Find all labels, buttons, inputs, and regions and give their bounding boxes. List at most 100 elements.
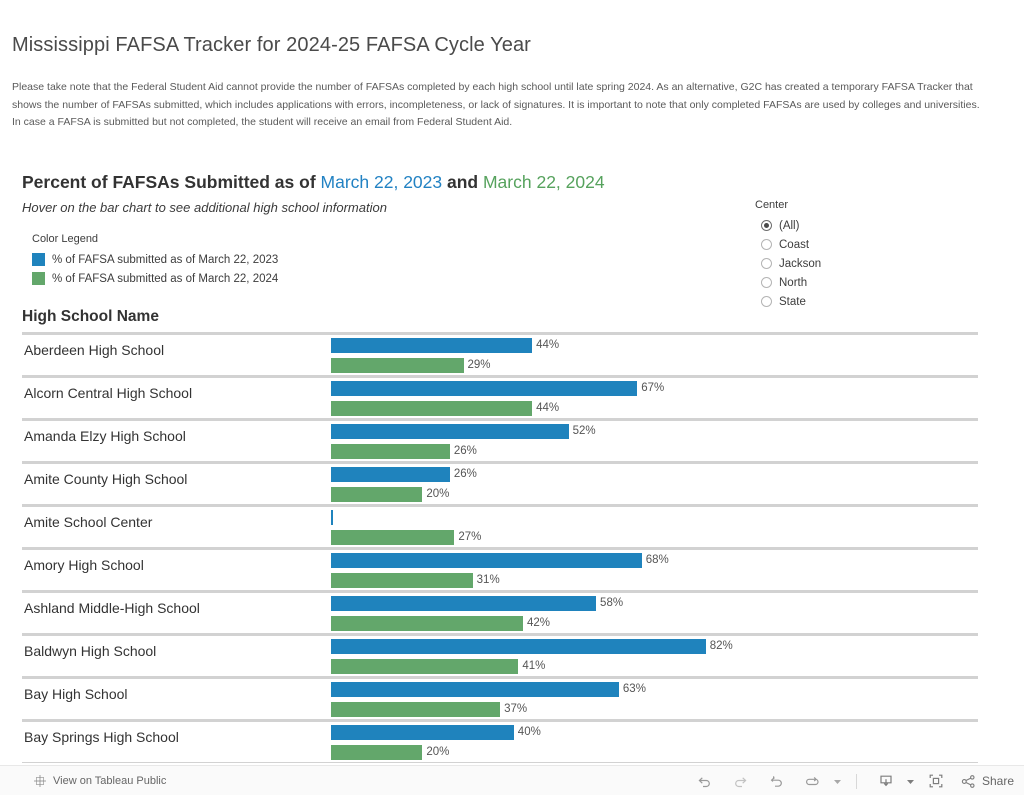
bar-track: 58% bbox=[331, 593, 978, 613]
bar-2024[interactable] bbox=[331, 487, 423, 502]
table-row[interactable]: Bay High School 63% 37% bbox=[22, 679, 978, 719]
bar-value-label: 26% bbox=[453, 468, 477, 480]
bar-value-label: 82% bbox=[709, 640, 733, 652]
color-legend-title: Color Legend bbox=[32, 233, 99, 245]
bar-track: 82% bbox=[331, 636, 978, 656]
radio-label-north: North bbox=[779, 276, 808, 289]
row-bars: 63% 37% bbox=[331, 679, 978, 719]
bar-track: 67% bbox=[331, 378, 978, 398]
bar-2024[interactable] bbox=[331, 530, 455, 545]
bar-2023[interactable] bbox=[331, 381, 638, 396]
bar-2023[interactable] bbox=[331, 596, 597, 611]
legend-item-2024[interactable]: % of FAFSA submitted as of March 22, 202… bbox=[32, 269, 278, 288]
subtitle-date-2024: March 22, 2024 bbox=[482, 172, 605, 192]
bar-track: 42% bbox=[331, 613, 978, 633]
bar-2024[interactable] bbox=[331, 616, 523, 631]
subtitle-conjunction: and bbox=[442, 172, 483, 192]
legend-item-2023[interactable]: % of FAFSA submitted as of March 22, 202… bbox=[32, 250, 278, 269]
share-button[interactable]: Share bbox=[960, 766, 1014, 796]
download-dropdown-caret[interactable] bbox=[904, 766, 918, 796]
bar-track: 44% bbox=[331, 335, 978, 355]
radio-icon bbox=[761, 220, 772, 231]
legend-swatch-green bbox=[32, 272, 45, 285]
chart-subtitle: Percent of FAFSAs Submitted as of March … bbox=[22, 172, 605, 193]
row-bars: 68% 31% bbox=[331, 550, 978, 590]
bar-value-label: 44% bbox=[536, 402, 560, 414]
bar-track: 26% bbox=[331, 464, 978, 484]
table-row[interactable]: Amite School Center 27% bbox=[22, 507, 978, 547]
bar-value-label: 20% bbox=[426, 746, 450, 758]
bar-value-label: 20% bbox=[426, 488, 450, 500]
color-legend: Color Legend % of FAFSA submitted as of … bbox=[32, 233, 278, 288]
hover-hint: Hover on the bar chart to see additional… bbox=[22, 200, 387, 215]
bar-2023[interactable] bbox=[331, 682, 619, 697]
school-name-label: Aberdeen High School bbox=[24, 342, 165, 358]
bar-track: 68% bbox=[331, 550, 978, 570]
bar-2023[interactable] bbox=[331, 338, 533, 353]
bar-chart: High School Name Aberdeen High School 44%… bbox=[22, 308, 978, 763]
table-row[interactable]: Amory High School 68% 31% bbox=[22, 550, 978, 590]
bar-2023[interactable] bbox=[331, 467, 450, 482]
radio-label-coast: Coast bbox=[779, 238, 810, 251]
bar-2024[interactable] bbox=[331, 659, 519, 674]
table-row[interactable]: Alcorn Central High School 67% 44% bbox=[22, 378, 978, 418]
school-name-label: Alcorn Central High School bbox=[24, 385, 193, 401]
radio-icon bbox=[761, 258, 772, 269]
bar-track: 20% bbox=[331, 484, 978, 504]
table-row[interactable]: Aberdeen High School 44% 29% bbox=[22, 335, 978, 375]
radio-option-jackson[interactable]: Jackson bbox=[755, 254, 821, 273]
row-bars: 52% 26% bbox=[331, 421, 978, 461]
view-on-tableau-public-link[interactable]: View on Tableau Public bbox=[33, 766, 166, 796]
bar-value-label: 58% bbox=[600, 597, 624, 609]
bar-2024[interactable] bbox=[331, 444, 450, 459]
undo-icon[interactable] bbox=[687, 766, 723, 796]
bar-2023[interactable] bbox=[331, 725, 514, 740]
download-icon[interactable] bbox=[868, 766, 904, 796]
bar-2023[interactable] bbox=[331, 553, 642, 568]
school-name-label: Bay High School bbox=[24, 686, 128, 702]
chart-rows: Aberdeen High School 44% 29% Alcorn Central… bbox=[22, 332, 978, 763]
pause-dropdown-caret[interactable] bbox=[831, 766, 845, 796]
bar-value-label: 37% bbox=[504, 703, 528, 715]
table-row[interactable]: Baldwyn High School 82% 41% bbox=[22, 636, 978, 676]
radio-label-all: (All) bbox=[779, 219, 800, 232]
chart-viewport[interactable]: High School Name Aberdeen High School 44%… bbox=[22, 308, 1002, 763]
bar-track: 31% bbox=[331, 570, 978, 590]
bar-value-label: 29% bbox=[467, 359, 491, 371]
center-filter: Center (All) Coast Jackson North State bbox=[755, 199, 821, 311]
bar-value-label: 41% bbox=[522, 660, 546, 672]
table-row[interactable]: Amite County High School 26% 20% bbox=[22, 464, 978, 504]
bar-2024[interactable] bbox=[331, 401, 533, 416]
bar-value-label: 31% bbox=[476, 574, 500, 586]
school-name-label: Amite School Center bbox=[24, 514, 153, 530]
tableau-logo-icon bbox=[33, 774, 47, 788]
radio-label-state: State bbox=[779, 295, 806, 308]
refresh-icon[interactable] bbox=[795, 766, 831, 796]
bar-2024[interactable] bbox=[331, 745, 423, 760]
table-row[interactable]: Ashland Middle-High School 58% 42% bbox=[22, 593, 978, 633]
bar-2023[interactable] bbox=[331, 424, 569, 439]
radio-option-north[interactable]: North bbox=[755, 273, 821, 292]
share-label: Share bbox=[981, 774, 1014, 788]
radio-icon bbox=[761, 277, 772, 288]
bar-2023[interactable] bbox=[331, 639, 706, 654]
bar-value-label: 63% bbox=[622, 683, 646, 695]
bar-2024[interactable] bbox=[331, 573, 473, 588]
bar-2024[interactable] bbox=[331, 358, 464, 373]
redo-icon[interactable] bbox=[723, 766, 759, 796]
table-row[interactable]: Amanda Elzy High School 52% 26% bbox=[22, 421, 978, 461]
school-name-label: Amanda Elzy High School bbox=[24, 428, 186, 444]
fullscreen-icon[interactable] bbox=[918, 766, 954, 796]
radio-option-all[interactable]: (All) bbox=[755, 216, 821, 235]
tableau-toolbar: View on Tableau Public Share bbox=[0, 765, 1024, 795]
bar-track: 40% bbox=[331, 722, 978, 742]
table-row[interactable]: Bay Springs High School 40% 20% bbox=[22, 722, 978, 762]
radio-option-coast[interactable]: Coast bbox=[755, 235, 821, 254]
bar-2023[interactable] bbox=[331, 510, 333, 525]
row-bars: 26% 20% bbox=[331, 464, 978, 504]
revert-icon[interactable] bbox=[759, 766, 795, 796]
legend-label-2023: % of FAFSA submitted as of March 22, 202… bbox=[52, 253, 279, 266]
school-name-label: Amory High School bbox=[24, 557, 144, 573]
bar-2024[interactable] bbox=[331, 702, 501, 717]
row-bars: 44% 29% bbox=[331, 335, 978, 375]
